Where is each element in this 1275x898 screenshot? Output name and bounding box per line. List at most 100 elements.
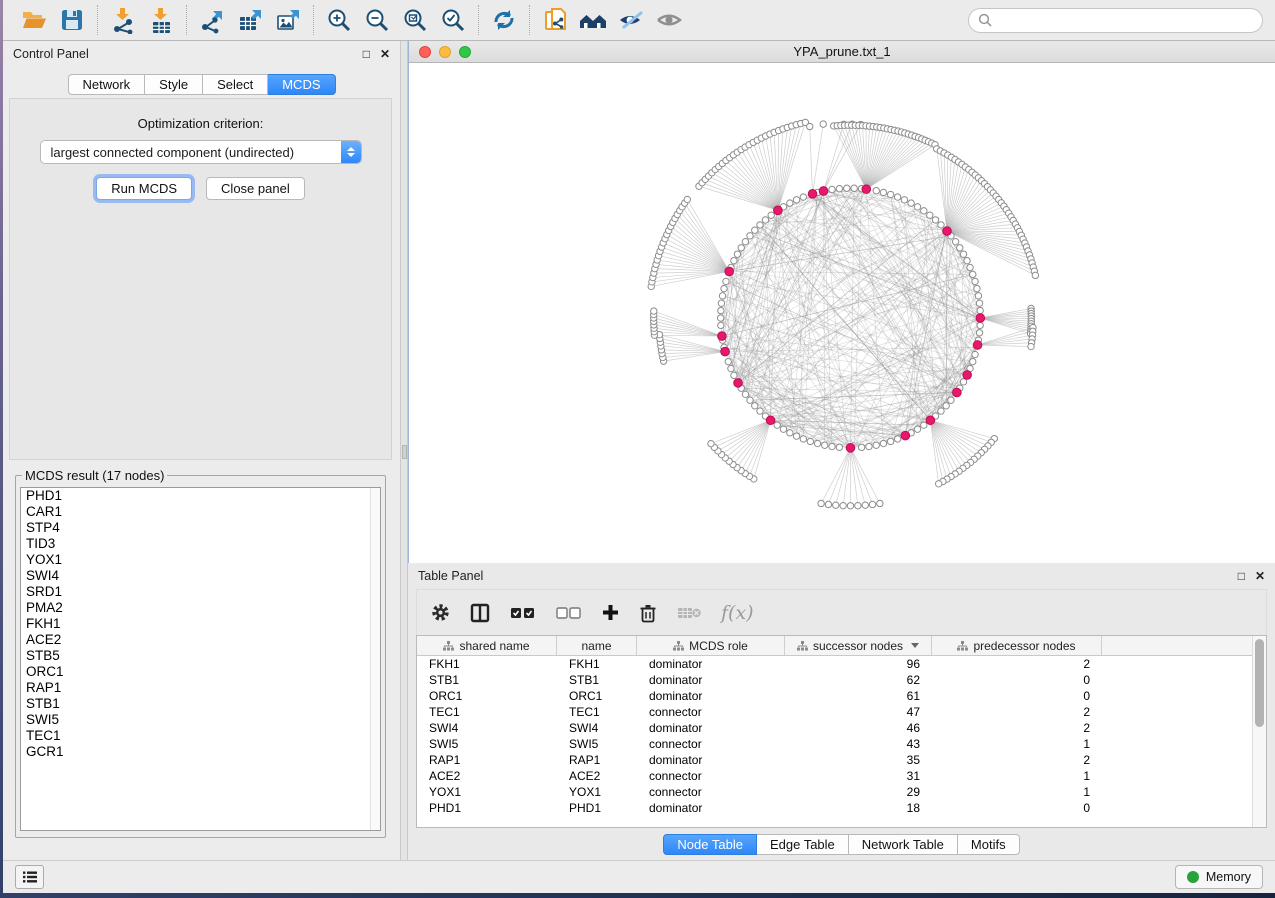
mcds-result-item[interactable]: STP4 bbox=[21, 520, 380, 536]
table-cell[interactable]: dominator bbox=[637, 801, 785, 815]
table-row[interactable]: YOX1YOX1connector291 bbox=[417, 784, 1252, 800]
table-cell[interactable]: 35 bbox=[785, 753, 932, 767]
zoom-fit-icon[interactable] bbox=[400, 5, 430, 35]
table-cell[interactable]: SWI5 bbox=[417, 737, 557, 751]
table-cell[interactable]: 2 bbox=[932, 753, 1102, 767]
run-mcds-button[interactable]: Run MCDS bbox=[96, 177, 192, 200]
table-cell[interactable]: ACE2 bbox=[557, 769, 637, 783]
table-row[interactable]: SWI5SWI5connector431 bbox=[417, 736, 1252, 752]
table-cell[interactable]: dominator bbox=[637, 657, 785, 671]
mcds-result-item[interactable]: ORC1 bbox=[21, 664, 380, 680]
clone-network-icon[interactable] bbox=[540, 5, 570, 35]
zoom-out-icon[interactable] bbox=[362, 5, 392, 35]
table-tab-network-table[interactable]: Network Table bbox=[849, 834, 958, 855]
table-cell[interactable]: ACE2 bbox=[417, 769, 557, 783]
mcds-result-item[interactable]: CAR1 bbox=[21, 504, 380, 520]
show-all-icon[interactable] bbox=[654, 5, 684, 35]
close-panel-icon[interactable]: ✕ bbox=[380, 48, 390, 60]
table-tab-motifs[interactable]: Motifs bbox=[958, 834, 1020, 855]
table-cell[interactable]: 31 bbox=[785, 769, 932, 783]
mcds-result-item[interactable]: RAP1 bbox=[21, 680, 380, 696]
save-icon[interactable] bbox=[57, 5, 87, 35]
table-cell[interactable]: dominator bbox=[637, 721, 785, 735]
open-folder-icon[interactable] bbox=[19, 5, 49, 35]
first-neighbors-icon[interactable] bbox=[578, 5, 608, 35]
table-row[interactable]: ORC1ORC1dominator610 bbox=[417, 688, 1252, 704]
table-cell[interactable]: connector bbox=[637, 785, 785, 799]
splitter-grip-icon[interactable] bbox=[402, 445, 407, 459]
gear-icon[interactable] bbox=[431, 603, 450, 622]
mcds-result-list[interactable]: PHD1CAR1STP4TID3YOX1SWI4SRD1PMA2FKH1ACE2… bbox=[20, 487, 381, 831]
table-cell[interactable]: 96 bbox=[785, 657, 932, 671]
table-cell[interactable]: 0 bbox=[932, 689, 1102, 703]
table-cell[interactable]: FKH1 bbox=[417, 657, 557, 671]
mcds-result-item[interactable]: PHD1 bbox=[21, 488, 380, 504]
mcds-result-item[interactable]: STB5 bbox=[21, 648, 380, 664]
table-cell[interactable]: RAP1 bbox=[557, 753, 637, 767]
network-view-titlebar[interactable]: YPA_prune.txt_1 bbox=[409, 41, 1275, 63]
table-row[interactable]: ACE2ACE2connector311 bbox=[417, 768, 1252, 784]
table-vertical-scrollbar[interactable] bbox=[1252, 636, 1266, 827]
table-cell[interactable]: 18 bbox=[785, 801, 932, 815]
network-graph[interactable] bbox=[409, 63, 1275, 563]
table-row[interactable]: SWI4SWI4dominator462 bbox=[417, 720, 1252, 736]
table-cell[interactable]: SWI4 bbox=[417, 721, 557, 735]
table-cell[interactable]: SWI5 bbox=[557, 737, 637, 751]
column-header-name[interactable]: name bbox=[557, 636, 637, 655]
table-cell[interactable]: 29 bbox=[785, 785, 932, 799]
column-header-MCDS-role[interactable]: MCDS role bbox=[637, 636, 785, 655]
export-table-icon[interactable] bbox=[235, 5, 265, 35]
float-window-icon[interactable]: □ bbox=[363, 48, 370, 60]
split-columns-icon[interactable] bbox=[470, 603, 490, 623]
table-tab-edge-table[interactable]: Edge Table bbox=[757, 834, 849, 855]
table-row[interactable]: FKH1FKH1dominator962 bbox=[417, 656, 1252, 672]
table-cell[interactable]: 43 bbox=[785, 737, 932, 751]
table-cell[interactable]: FKH1 bbox=[557, 657, 637, 671]
tab-style[interactable]: Style bbox=[145, 74, 203, 95]
table-cell[interactable]: TEC1 bbox=[417, 705, 557, 719]
table-cell[interactable]: 47 bbox=[785, 705, 932, 719]
mcds-result-item[interactable]: YOX1 bbox=[21, 552, 380, 568]
mcds-result-item[interactable]: SWI5 bbox=[21, 712, 380, 728]
panel-splitter[interactable] bbox=[400, 41, 408, 860]
table-tab-node-table[interactable]: Node Table bbox=[663, 834, 757, 855]
network-canvas[interactable] bbox=[409, 63, 1275, 563]
table-cell[interactable]: 0 bbox=[932, 801, 1102, 815]
table-cell[interactable]: 2 bbox=[932, 721, 1102, 735]
deselect-all-rows-icon[interactable] bbox=[556, 606, 582, 620]
mcds-result-item[interactable]: STB1 bbox=[21, 696, 380, 712]
table-cell[interactable]: TEC1 bbox=[557, 705, 637, 719]
table-cell[interactable]: 1 bbox=[932, 785, 1102, 799]
table-cell[interactable]: dominator bbox=[637, 689, 785, 703]
import-network-icon[interactable] bbox=[108, 5, 138, 35]
table-cell[interactable]: YOX1 bbox=[557, 785, 637, 799]
add-column-icon[interactable] bbox=[602, 604, 619, 621]
table-cell[interactable]: ORC1 bbox=[417, 689, 557, 703]
export-network-icon[interactable] bbox=[197, 5, 227, 35]
memory-button[interactable]: Memory bbox=[1175, 865, 1263, 889]
table-cell[interactable]: 61 bbox=[785, 689, 932, 703]
table-cell[interactable]: SWI4 bbox=[557, 721, 637, 735]
task-history-button[interactable] bbox=[15, 865, 44, 889]
export-image-icon[interactable] bbox=[273, 5, 303, 35]
close-panel-icon[interactable]: ✕ bbox=[1255, 570, 1265, 582]
tab-mcds[interactable]: MCDS bbox=[268, 74, 335, 95]
float-window-icon[interactable]: □ bbox=[1238, 570, 1245, 582]
table-cell[interactable]: connector bbox=[637, 737, 785, 751]
mcds-result-item[interactable]: TEC1 bbox=[21, 728, 380, 744]
mcds-result-item[interactable]: PMA2 bbox=[21, 600, 380, 616]
table-row[interactable]: TEC1TEC1connector472 bbox=[417, 704, 1252, 720]
tab-network[interactable]: Network bbox=[67, 74, 145, 95]
table-cell[interactable]: dominator bbox=[637, 673, 785, 687]
table-cell[interactable]: 0 bbox=[932, 673, 1102, 687]
table-row[interactable]: PHD1PHD1dominator180 bbox=[417, 800, 1252, 816]
column-header-shared-name[interactable]: shared name bbox=[417, 636, 557, 655]
table-cell[interactable]: YOX1 bbox=[417, 785, 557, 799]
table-cell[interactable]: 2 bbox=[932, 705, 1102, 719]
mcds-result-item[interactable]: SRD1 bbox=[21, 584, 380, 600]
table-cell[interactable]: 1 bbox=[932, 769, 1102, 783]
table-cell[interactable]: RAP1 bbox=[417, 753, 557, 767]
mcds-result-item[interactable]: GCR1 bbox=[21, 744, 380, 760]
table-cell[interactable]: 46 bbox=[785, 721, 932, 735]
mcds-result-item[interactable]: FKH1 bbox=[21, 616, 380, 632]
